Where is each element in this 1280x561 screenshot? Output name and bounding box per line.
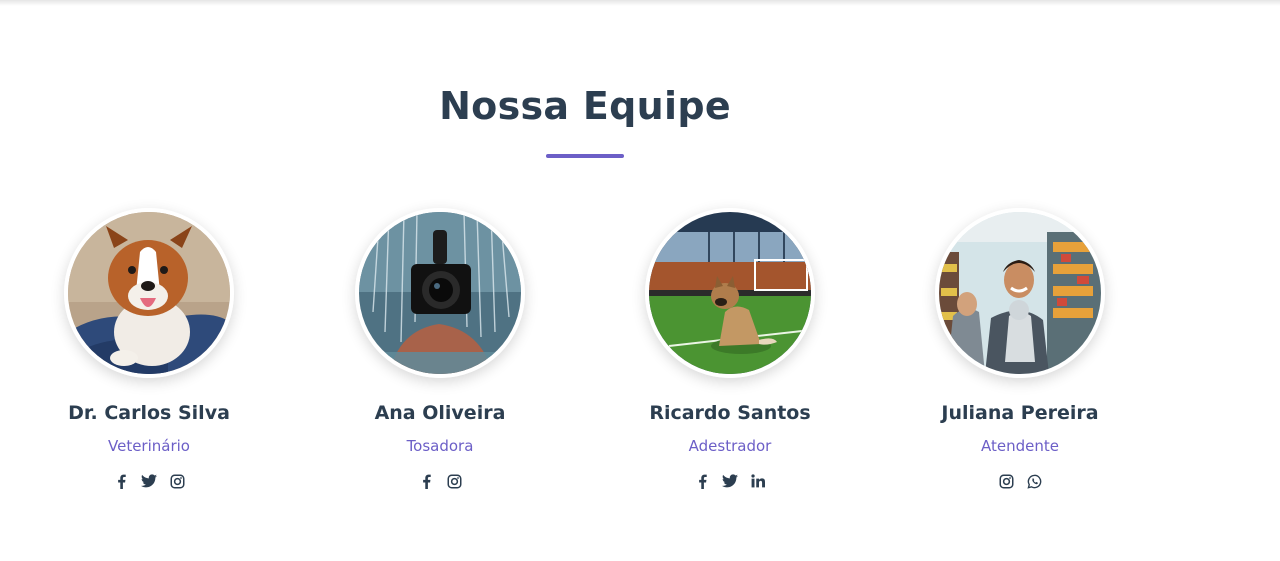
section-title: Nossa Equipe	[439, 84, 731, 128]
camera-under-shower-photo	[359, 212, 521, 374]
linkedin-icon[interactable]	[750, 473, 766, 489]
team-member-name: Ricardo Santos	[649, 402, 811, 424]
instagram-icon[interactable]	[446, 473, 462, 489]
dog-on-football-field-photo	[649, 212, 811, 374]
twitter-icon[interactable]	[722, 473, 738, 489]
instagram-icon[interactable]	[169, 473, 185, 489]
instagram-icon[interactable]	[998, 473, 1014, 489]
dog-on-blue-sofa-photo	[68, 212, 230, 374]
whatsapp-icon[interactable]	[1026, 473, 1042, 489]
team-member-name: Dr. Carlos Silva	[68, 402, 230, 424]
team-section: Nossa Equipe Dr. Carlos Silva Veterinári…	[0, 0, 1280, 561]
team-card: Juliana Pereira Atendente	[910, 208, 1130, 490]
social-links	[910, 472, 1130, 490]
team-member-role: Tosadora	[406, 437, 474, 455]
facebook-icon[interactable]	[418, 473, 434, 489]
team-member-photo	[64, 208, 234, 378]
social-links	[330, 472, 550, 490]
team-member-photo	[935, 208, 1105, 378]
team-member-role: Atendente	[981, 437, 1059, 455]
team-card: Ricardo Santos Adestrador	[620, 208, 840, 490]
team-card: Dr. Carlos Silva Veterinário	[39, 208, 259, 490]
team-member-photo	[355, 208, 525, 378]
team-member-name: Juliana Pereira	[941, 402, 1099, 424]
team-card: Ana Oliveira Tosadora	[330, 208, 550, 490]
team-member-role: Veterinário	[108, 437, 190, 455]
people-with-dog-in-pet-shop-photo	[939, 212, 1101, 374]
social-links	[620, 472, 840, 490]
team-member-role: Adestrador	[688, 437, 772, 455]
social-links	[39, 472, 259, 490]
twitter-icon[interactable]	[141, 473, 157, 489]
title-underline	[546, 154, 624, 158]
team-member-photo	[645, 208, 815, 378]
team-member-name: Ana Oliveira	[374, 402, 506, 424]
facebook-icon[interactable]	[694, 473, 710, 489]
facebook-icon[interactable]	[113, 473, 129, 489]
